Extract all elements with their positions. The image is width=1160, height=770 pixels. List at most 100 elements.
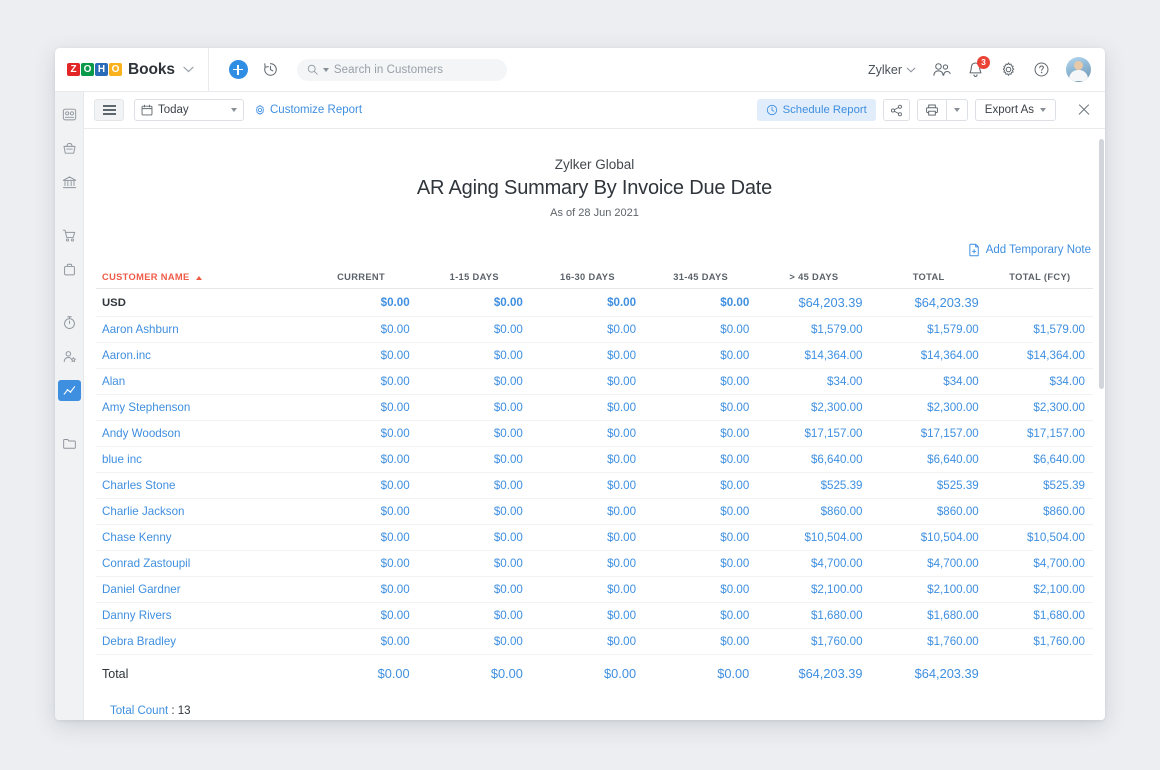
cell-total-fcy: $34.00	[987, 369, 1093, 395]
cell-current: $0.00	[304, 447, 417, 473]
cell-current: $0.00	[304, 473, 417, 499]
table-row: Conrad Zastoupil$0.00$0.00$0.00$0.00$4,7…	[96, 551, 1093, 577]
cell-16-30: $0.00	[531, 629, 644, 655]
cell-45-plus: $10,504.00	[757, 525, 870, 551]
sidebar-item-documents[interactable]	[58, 433, 81, 454]
report-scrollbar-thumb[interactable]	[1099, 139, 1104, 389]
avatar[interactable]	[1066, 57, 1091, 82]
cell-total-fcy: $2,300.00	[987, 395, 1093, 421]
customer-name-link[interactable]: Amy Stephenson	[96, 395, 304, 421]
report-org-name: Zylker Global	[96, 157, 1093, 172]
group-total-fcy	[987, 289, 1093, 317]
customer-name-link[interactable]: Chase Kenny	[96, 525, 304, 551]
table-row: Daniel Gardner$0.00$0.00$0.00$0.00$2,100…	[96, 577, 1093, 603]
cell-current: $0.00	[304, 577, 417, 603]
print-options-caret[interactable]	[947, 100, 967, 120]
cell-total-fcy: $1,680.00	[987, 603, 1093, 629]
cell-total: $4,700.00	[871, 551, 987, 577]
customer-name-link[interactable]: Danny Rivers	[96, 603, 304, 629]
customer-name-link[interactable]: Debra Bradley	[96, 629, 304, 655]
chevron-down-icon	[954, 108, 960, 112]
total-count-value: 13	[178, 705, 191, 717]
search-scope-caret-icon[interactable]	[323, 68, 329, 72]
cell-current: $0.00	[304, 395, 417, 421]
column-header-1-15-days[interactable]: 1-15 DAYS	[418, 265, 531, 289]
add-new-button[interactable]	[229, 60, 248, 79]
report-toolbar: Today Customize Report	[84, 92, 1105, 129]
add-temporary-note-button[interactable]: Add Temporary Note	[968, 243, 1091, 257]
column-header-total-fcy[interactable]: TOTAL (FCY)	[987, 265, 1093, 289]
gauge-icon	[62, 107, 77, 122]
help-button[interactable]	[1033, 61, 1050, 78]
calendar-icon	[141, 104, 153, 116]
sidebar-item-accountant[interactable]	[58, 346, 81, 367]
report-scrollbar[interactable]	[1099, 129, 1104, 720]
cell-31-45: $0.00	[644, 421, 757, 447]
print-icon-part[interactable]	[918, 100, 946, 120]
sidebar-item-items[interactable]	[58, 138, 81, 159]
customer-name-link[interactable]: Andy Woodson	[96, 421, 304, 447]
customer-name-link[interactable]: Charles Stone	[96, 473, 304, 499]
cell-45-plus: $1,760.00	[757, 629, 870, 655]
column-header-customer-name[interactable]: CUSTOMER NAME	[96, 265, 304, 289]
customer-name-link[interactable]: blue inc	[96, 447, 304, 473]
customer-name-link[interactable]: Aaron Ashburn	[96, 317, 304, 343]
brand-name: Books	[128, 61, 175, 79]
top-bar: Z O H O Books	[55, 48, 1105, 92]
sidebar-item-dashboard[interactable]	[58, 104, 81, 125]
schedule-report-button[interactable]: Schedule Report	[757, 99, 876, 121]
cell-31-45: $0.00	[644, 395, 757, 421]
settings-button[interactable]	[1000, 61, 1017, 78]
sidebar-item-purchases[interactable]	[58, 259, 81, 280]
cell-45-plus: $2,300.00	[757, 395, 870, 421]
logo-letter-z: Z	[67, 63, 80, 76]
body: Today Customize Report	[55, 92, 1105, 720]
customer-name-link[interactable]: Charlie Jackson	[96, 499, 304, 525]
cell-current: $0.00	[304, 421, 417, 447]
cell-1-15: $0.00	[418, 317, 531, 343]
menu-toggle-button[interactable]	[94, 99, 124, 121]
notifications-button[interactable]: 3	[967, 61, 984, 79]
grand-total-label: Total	[96, 655, 304, 693]
contacts-button[interactable]	[932, 61, 951, 78]
sidebar-item-sales[interactable]	[58, 225, 81, 246]
table-row: Amy Stephenson$0.00$0.00$0.00$0.00$2,300…	[96, 395, 1093, 421]
gear-icon	[254, 104, 266, 116]
column-header-45-plus-days[interactable]: > 45 DAYS	[757, 265, 870, 289]
left-sidebar	[55, 92, 84, 720]
chevron-down-icon[interactable]	[183, 66, 194, 73]
column-header-current[interactable]: CURRENT	[304, 265, 417, 289]
customer-name-link[interactable]: Aaron.inc	[96, 343, 304, 369]
cell-total: $1,579.00	[871, 317, 987, 343]
group-45-plus: $64,203.39	[757, 289, 870, 317]
cell-1-15: $0.00	[418, 603, 531, 629]
sidebar-item-banking[interactable]	[58, 172, 81, 193]
print-report-button[interactable]	[917, 99, 968, 121]
column-header-31-45-days[interactable]: 31-45 DAYS	[644, 265, 757, 289]
brand-logo[interactable]: Z O H O Books	[67, 48, 209, 91]
export-as-button[interactable]: Export As	[975, 99, 1056, 121]
column-header-total[interactable]: TOTAL	[871, 265, 987, 289]
column-header-16-30-days[interactable]: 16-30 DAYS	[531, 265, 644, 289]
recent-activity-button[interactable]	[262, 61, 279, 78]
cell-31-45: $0.00	[644, 603, 757, 629]
sidebar-item-time-tracking[interactable]	[58, 312, 81, 333]
share-report-button[interactable]	[883, 99, 910, 121]
sidebar-item-reports[interactable]	[58, 380, 81, 401]
cell-16-30: $0.00	[531, 447, 644, 473]
table-row: Aaron Ashburn$0.00$0.00$0.00$0.00$1,579.…	[96, 317, 1093, 343]
cell-1-15: $0.00	[418, 551, 531, 577]
grand-total-fcy	[987, 655, 1093, 693]
customer-name-link[interactable]: Alan	[96, 369, 304, 395]
customize-report-button[interactable]: Customize Report	[254, 104, 362, 116]
close-report-button[interactable]	[1075, 101, 1093, 119]
org-switcher[interactable]: Zylker	[868, 63, 916, 77]
search-input[interactable]: Search in Customers	[297, 59, 507, 81]
customer-name-link[interactable]: Conrad Zastoupil	[96, 551, 304, 577]
date-range-select[interactable]: Today	[134, 99, 244, 121]
customer-name-link[interactable]: Daniel Gardner	[96, 577, 304, 603]
currency-group-label: USD	[96, 289, 304, 317]
customize-report-label: Customize Report	[270, 104, 362, 116]
cell-31-45: $0.00	[644, 577, 757, 603]
logo-letter-o2: O	[109, 63, 122, 76]
